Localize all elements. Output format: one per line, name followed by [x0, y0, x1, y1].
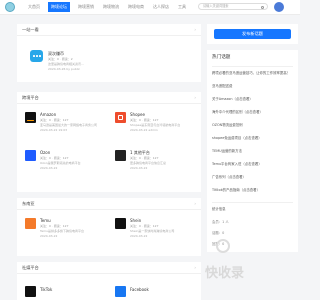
section-panel-one: 一站一看 › 双次赚币 关注：0 · 阅读：2 这里是跨境电商相关资讯... 2…	[17, 24, 201, 82]
chevron-right-icon[interactable]: ›	[194, 201, 196, 207]
entry-name[interactable]: TikTok	[40, 287, 52, 292]
site-logo[interactable]	[5, 2, 15, 12]
hot-topic-link[interactable]: 关于Amazon（点击查看）	[212, 97, 253, 102]
shein-logo-icon[interactable]	[115, 218, 126, 229]
entry-name[interactable]: Facebook	[130, 287, 149, 292]
hot-topic-link[interactable]: 跨境必看的亚马逊运营技巧，让你的工作效率提高！	[212, 71, 290, 76]
entry-stats: 关注：0 · 阅读：127	[40, 224, 69, 228]
divider	[212, 202, 293, 203]
hot-topic-link[interactable]: 海外中介代理的区别（点击查看）	[212, 110, 263, 115]
new-topic-button[interactable]: 发布新话题	[214, 29, 291, 39]
facebook-logo-icon[interactable]	[115, 286, 126, 297]
section-title: 社媒平台	[22, 265, 39, 270]
entry-name[interactable]: Shopee	[130, 112, 145, 117]
section-panel-three: 东南亚 › Temu 关注：0 · 阅读：127 Temu是拼多多旗下跨境电商平…	[17, 198, 201, 256]
amazon-logo-icon[interactable]	[25, 112, 36, 123]
user-avatar[interactable]	[274, 2, 284, 12]
nav-item-forum[interactable]: 跨境论坛	[48, 2, 70, 12]
search-input[interactable]: 请输入关键词搜索	[198, 3, 268, 10]
entry-meta: 2024-03-22 admin	[130, 128, 158, 132]
divider	[17, 209, 201, 210]
hot-topic-link[interactable]: 亚马逊配送费	[212, 84, 232, 89]
search-placeholder: 请输入关键词搜索	[203, 4, 229, 8]
hot-topic-link[interactable]: TIKtok的产品指南（点击查看）	[212, 188, 260, 193]
section-title: 跨境平台	[22, 95, 39, 100]
stats-topics: 话题：0	[212, 231, 225, 235]
hot-topic-link[interactable]: Temu平台商家入驻（点击查看）	[212, 162, 262, 167]
entry-meta: 2024-03-22	[130, 234, 148, 238]
divider	[17, 35, 201, 36]
chevron-right-icon[interactable]: ›	[194, 27, 196, 33]
nav-item-influencer[interactable]: 达人探店	[152, 2, 170, 12]
hot-topic-link[interactable]: 广告系列（点击查看）	[212, 175, 246, 180]
nav-item-marketing[interactable]: 跨境营销	[77, 2, 95, 12]
entry-meta: 2024-03-22 19:03	[40, 128, 68, 132]
entry-desc: 亚马逊是美国最大的一家网络电子商务公司	[40, 123, 98, 127]
grid-icon[interactable]	[115, 150, 126, 161]
hot-topic-link[interactable]: OZON物流运费范例	[212, 123, 243, 128]
chevron-right-icon[interactable]: ›	[194, 95, 196, 101]
entry-desc: Temu是拼多多旗下跨境电商平台	[40, 229, 84, 233]
sidebar-hot-panel: 热门话题 跨境必看的亚马逊运营技巧，让你的工作效率提高！ 亚马逊配送费 关于Am…	[207, 50, 298, 252]
nav-item-logistics[interactable]: 跨境物流	[102, 2, 120, 12]
search-icon[interactable]	[261, 5, 264, 9]
ozon-logo-icon[interactable]	[25, 150, 36, 161]
entry-name[interactable]: Amazon	[40, 112, 56, 117]
nav-item-ecommerce[interactable]: 跨境电商	[127, 2, 145, 12]
watermark-text: 快收录	[205, 266, 245, 281]
top-nav-bar: 大首页 跨境论坛 跨境营销 跨境物流 跨境电商 达人探店 工具 请输入关键词搜索	[0, 0, 300, 15]
main-nav: 大首页 跨境论坛 跨境营销 跨境物流 跨境电商 达人探店 工具	[27, 2, 194, 12]
chat-bubble-icon[interactable]	[30, 50, 43, 62]
section-title: 一站一看	[22, 27, 39, 32]
stats-title: 统计信息	[212, 207, 226, 211]
entry-desc: Shopee是东南亚与台湾领航电商平台	[130, 123, 181, 127]
entry-name[interactable]: Ozon	[40, 150, 50, 155]
entry-desc: 更多跨境电商平台信息汇总	[130, 161, 167, 165]
tiktok-logo-icon[interactable]	[25, 286, 36, 297]
entry-stats: 关注：0 · 阅读：127	[130, 156, 159, 160]
entry-meta: 2024-03-22	[40, 166, 58, 170]
section-panel-two: 跨境平台 › Amazon 关注：0 · 阅读：127 亚马逊是美国最大的一家网…	[17, 92, 201, 192]
divider	[17, 103, 201, 104]
divider	[17, 273, 201, 274]
section-panel-four: 社媒平台 › TikTok Facebook	[17, 262, 201, 300]
watermark-logo-icon	[216, 239, 230, 253]
entry-stats: 关注：0 · 阅读：127	[40, 118, 69, 122]
hot-topics-title: 热门话题	[212, 55, 231, 60]
hot-topic-link[interactable]: shopee免运费项目（点击查看）	[212, 136, 262, 141]
entry-stats: 关注：0 · 阅读：127	[40, 156, 69, 160]
entry-name[interactable]: Temu	[40, 218, 51, 223]
entry-desc: Shein是一家快时尚跨境电商公司	[130, 229, 175, 233]
entry-name[interactable]: 1 其他平台	[130, 150, 150, 155]
stats-members: 会员：1 人	[212, 220, 229, 224]
entry-desc: Ozon是俄罗斯领先的电商平台	[40, 161, 81, 165]
shopee-bag-icon[interactable]	[115, 112, 126, 123]
entry-stats: 关注：0 · 阅读：127	[130, 224, 159, 228]
entry-meta: 2024-03-22	[40, 234, 58, 238]
nav-item-home[interactable]: 大首页	[27, 2, 41, 12]
temu-logo-icon[interactable]	[25, 218, 36, 229]
hot-topic-link[interactable]: TEMU运营的新方法	[212, 149, 242, 154]
nav-item-tools[interactable]: 工具	[177, 2, 187, 12]
entry-desc: 这里是跨境电商相关资讯...	[48, 62, 84, 66]
entry-meta: 2024-03-26 by public	[48, 67, 81, 71]
divider	[212, 66, 293, 67]
entry-stats: 关注：0 · 阅读：127	[130, 118, 159, 122]
chevron-right-icon[interactable]: ›	[194, 265, 196, 271]
section-title: 东南亚	[22, 201, 35, 206]
entry-stats: 关注：0 · 阅读：2	[48, 57, 73, 61]
entry-name[interactable]: Shein	[130, 218, 141, 223]
entry-meta: 2024-03-22	[130, 166, 148, 170]
entry-name[interactable]: 双次赚币	[48, 51, 64, 56]
